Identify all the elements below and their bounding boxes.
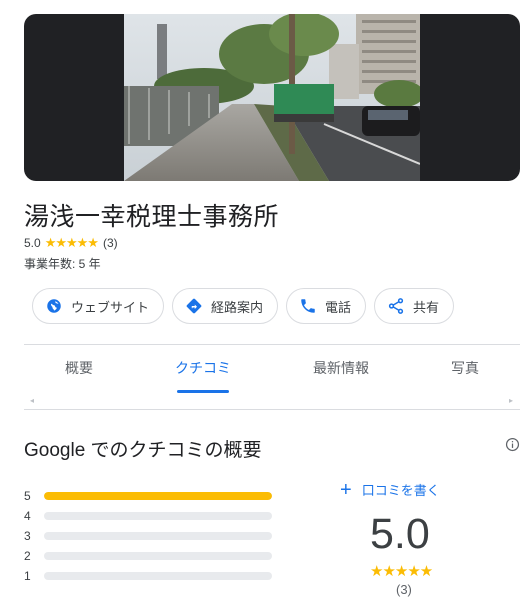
tab-photos[interactable]: 写真 bbox=[451, 358, 479, 378]
rating-bar-track bbox=[44, 572, 272, 580]
rating-bar-track bbox=[44, 512, 272, 520]
rating-distribution: 5 4 3 2 1 bbox=[24, 486, 272, 586]
call-button[interactable]: 電話 bbox=[286, 288, 367, 324]
share-button[interactable]: 共有 bbox=[374, 288, 455, 324]
plus-icon: + bbox=[340, 478, 352, 501]
divider bbox=[24, 409, 520, 410]
rating-bar-track bbox=[44, 532, 272, 540]
call-label: 電話 bbox=[325, 299, 352, 315]
tab-reviews[interactable]: クチコミ bbox=[175, 358, 231, 378]
tab-scroll-right-icon[interactable]: ▸ bbox=[509, 396, 513, 405]
directions-label: 経路案内 bbox=[211, 299, 264, 315]
rating-bar-label: 1 bbox=[24, 569, 31, 583]
rating-bar-row[interactable]: 4 bbox=[24, 506, 272, 526]
rating-bar-row[interactable]: 1 bbox=[24, 566, 272, 586]
share-icon bbox=[388, 298, 404, 314]
divider bbox=[24, 344, 520, 345]
directions-button[interactable]: 経路案内 bbox=[172, 288, 279, 324]
active-tab-indicator bbox=[177, 390, 229, 393]
average-rating: 5.0 bbox=[370, 510, 430, 558]
street-view-photo[interactable] bbox=[24, 14, 520, 181]
rating-bar-label: 4 bbox=[24, 509, 31, 523]
website-button[interactable]: ウェブサイト bbox=[32, 288, 165, 324]
rating-stars-icon: ★★★★★ bbox=[44, 235, 99, 250]
rating-bar-track bbox=[44, 552, 272, 560]
rating-bar-row[interactable]: 5 bbox=[24, 486, 272, 506]
review-summary-title: Google でのクチコミの概要 bbox=[24, 440, 262, 461]
share-label: 共有 bbox=[413, 299, 440, 315]
tab-updates[interactable]: 最新情報 bbox=[313, 358, 369, 378]
tab-bar: 概要 クチコミ 最新情報 写真 bbox=[24, 346, 520, 394]
write-review-button[interactable]: + 口コミを書く bbox=[340, 478, 440, 501]
review-count[interactable]: (3) bbox=[103, 236, 118, 250]
rating-bar-label: 5 bbox=[24, 489, 31, 503]
tab-scroll-left-icon[interactable]: ◂ bbox=[30, 396, 34, 405]
street-view-image[interactable] bbox=[124, 14, 420, 181]
rating-row[interactable]: 5.0 ★★★★★ (3) bbox=[24, 235, 118, 250]
directions-icon bbox=[186, 298, 202, 314]
total-review-count: (3) bbox=[396, 582, 412, 597]
rating-bar-label: 2 bbox=[24, 549, 31, 563]
tab-overview[interactable]: 概要 bbox=[65, 358, 93, 378]
business-name: 湯浅一幸税理士事務所 bbox=[24, 203, 280, 231]
phone-icon bbox=[301, 299, 315, 313]
action-chips: ウェブサイト 経路案内 電話 共有 bbox=[32, 288, 455, 324]
write-review-label: 口コミを書く bbox=[361, 483, 440, 498]
website-label: ウェブサイト bbox=[71, 299, 150, 315]
rating-bar-track bbox=[44, 492, 272, 500]
info-icon[interactable] bbox=[505, 437, 520, 452]
globe-icon bbox=[47, 299, 61, 313]
rating-bar-row[interactable]: 3 bbox=[24, 526, 272, 546]
rating-value: 5.0 bbox=[24, 236, 41, 250]
rating-bar-row[interactable]: 2 bbox=[24, 546, 272, 566]
rating-bar-fill bbox=[44, 492, 272, 500]
years-in-business: 事業年数: 5 年 bbox=[24, 257, 101, 271]
rating-bar-label: 3 bbox=[24, 529, 31, 543]
average-stars-icon: ★★★★★ bbox=[370, 563, 433, 580]
